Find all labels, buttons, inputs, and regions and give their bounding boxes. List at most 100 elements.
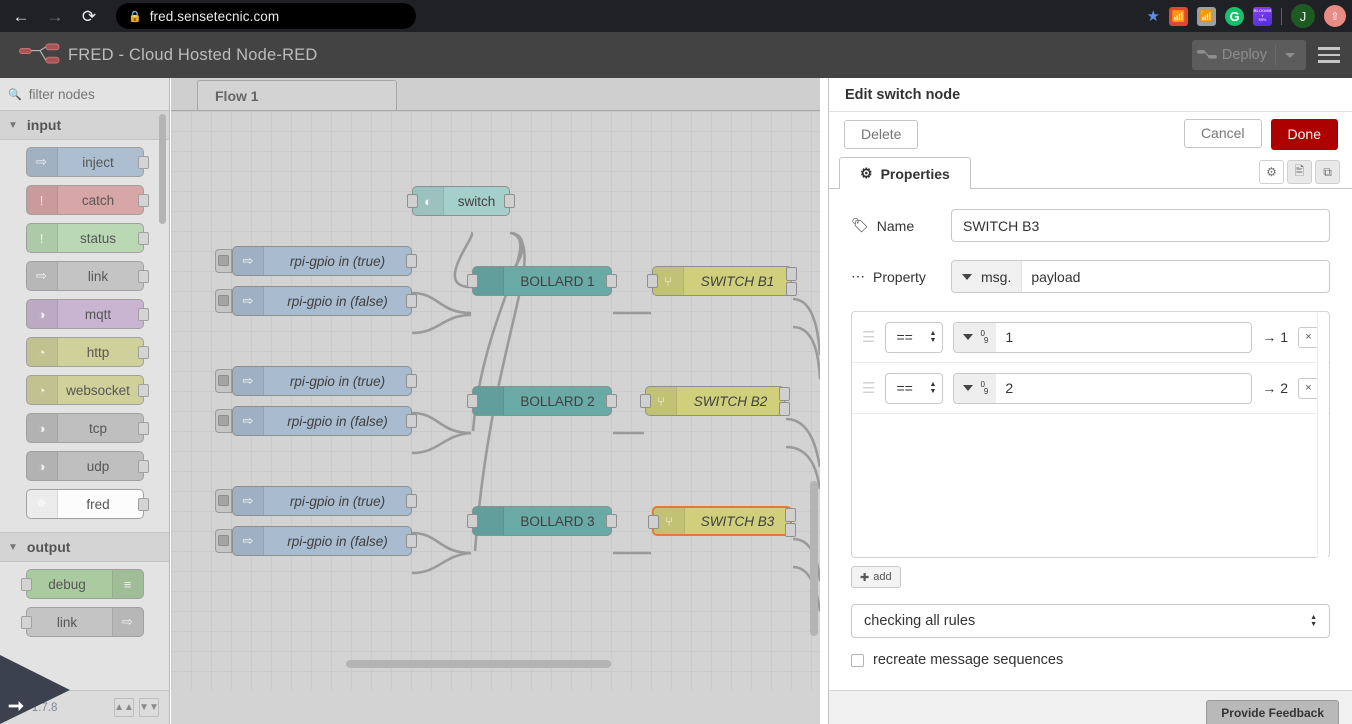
flow-node-bollard-2[interactable]: BOLLARD 2 [472, 386, 612, 416]
node-output-port[interactable] [406, 494, 417, 508]
node-output-port-1[interactable] [785, 508, 796, 522]
node-port[interactable] [138, 270, 149, 283]
cancel-button[interactable]: Cancel [1184, 119, 1262, 148]
tab-properties[interactable]: ⚙ Properties [839, 157, 971, 189]
avatar[interactable]: J [1291, 4, 1315, 28]
recreate-sequences-row[interactable]: recreate message sequences [851, 652, 1330, 668]
node-input-port[interactable] [647, 274, 658, 288]
flow-node-gpio-5[interactable]: ⇨rpi-gpio in (true) [232, 486, 412, 516]
node-port[interactable] [21, 616, 32, 629]
rule-value-input[interactable] [996, 323, 1251, 352]
back-arrow-icon[interactable]: ← [6, 1, 36, 31]
palette-category-input[interactable]: ▼input [0, 110, 169, 140]
reload-icon[interactable]: ⟳ [74, 1, 104, 31]
flow-tab[interactable]: Flow 1 [197, 80, 397, 111]
node-output-port[interactable] [504, 194, 515, 208]
flow-node-bollard-1[interactable]: BOLLARD 1 [472, 266, 612, 296]
node-port[interactable] [138, 422, 149, 435]
palette-node-mqtt[interactable]: ◑mqtt [26, 299, 144, 329]
address-bar[interactable]: 🔒 fred.sensetecnic.com [116, 3, 416, 29]
palette-node-inject[interactable]: ⇨inject [26, 147, 144, 177]
node-output-port[interactable] [606, 394, 617, 408]
palette-scrollbar[interactable] [159, 114, 166, 224]
rule-operator-select[interactable]: ==▲▼ [885, 373, 943, 404]
hamburger-menu-icon[interactable] [1306, 32, 1352, 78]
palette-node-tcp[interactable]: ◑tcp [26, 413, 144, 443]
expand-all-icon[interactable]: ▼▼ [139, 698, 159, 717]
star-icon[interactable]: ★ [1147, 7, 1160, 25]
node-port[interactable] [138, 232, 149, 245]
node-port[interactable] [138, 498, 149, 511]
canvas-vertical-scrollbar[interactable] [810, 481, 818, 636]
palette-node-link[interactable]: ⇨link [26, 261, 144, 291]
node-input-port[interactable] [467, 274, 478, 288]
node-input-port[interactable] [640, 394, 651, 408]
flow-node-switch-b2[interactable]: ⑂SWITCH B2 [645, 386, 785, 416]
node-trigger-button[interactable] [215, 409, 232, 433]
node-port[interactable] [138, 384, 149, 397]
node-port[interactable] [138, 156, 149, 169]
rss-feed-grey-icon[interactable]: 📶 [1197, 7, 1216, 26]
node-settings-icon[interactable]: ⚙ [1259, 160, 1284, 184]
appearance-icon[interactable]: ⧉ [1315, 160, 1340, 184]
node-input-port[interactable] [467, 514, 478, 528]
node-output-port-2[interactable] [786, 282, 797, 296]
node-output-port[interactable] [406, 374, 417, 388]
palette-node-http[interactable]: ◔http [26, 337, 144, 367]
rule-value-type-selector[interactable]: 09 [954, 323, 996, 352]
node-port[interactable] [21, 578, 32, 591]
palette-node-debug[interactable]: ≡debug [26, 569, 144, 599]
node-output-port[interactable] [406, 294, 417, 308]
purple-extension-icon[interactable]: BLOOMBY95% [1253, 7, 1272, 26]
node-trigger-button[interactable] [215, 369, 232, 393]
node-output-port[interactable] [406, 414, 417, 428]
recreate-sequences-checkbox[interactable] [851, 654, 864, 667]
palette-node-status[interactable]: !status [26, 223, 144, 253]
node-input-port[interactable] [648, 515, 659, 529]
drag-handle-icon[interactable]: ☰ [862, 381, 875, 396]
flow-node-gpio-6[interactable]: ⇨rpi-gpio in (false) [232, 526, 412, 556]
flow-node-gpio-3[interactable]: ⇨rpi-gpio in (true) [232, 366, 412, 396]
flow-node-bollard-3[interactable]: BOLLARD 3 [472, 506, 612, 536]
node-output-port-2[interactable] [785, 523, 796, 537]
property-type-selector[interactable]: msg. [952, 261, 1022, 292]
provide-feedback-tab[interactable]: Provide Feedback [1206, 700, 1339, 724]
flow-node-switch-top[interactable]: ◐switch [412, 186, 510, 216]
palette-node-websocket[interactable]: ◔websocket [26, 375, 144, 405]
done-button[interactable]: Done [1271, 119, 1338, 150]
collapse-all-icon[interactable]: ▲▲ [114, 698, 134, 717]
flow-node-gpio-2[interactable]: ⇨rpi-gpio in (false) [232, 286, 412, 316]
palette-node-fred[interactable]: ✵fred [26, 489, 144, 519]
name-input[interactable] [951, 209, 1330, 242]
grammarly-icon[interactable]: G [1225, 7, 1244, 26]
flow-node-gpio-4[interactable]: ⇨rpi-gpio in (false) [232, 406, 412, 436]
rule-value-type-selector[interactable]: 09 [954, 374, 996, 403]
description-icon[interactable]: 🖹 [1287, 160, 1312, 184]
rule-delete-button[interactable]: × [1298, 327, 1319, 348]
update-icon[interactable]: ⇧ [1324, 5, 1346, 27]
flow-node-switch-b1[interactable]: ⑂SWITCH B1 [652, 266, 792, 296]
node-port[interactable] [138, 194, 149, 207]
flow-canvas[interactable]: ◐switch ⇨rpi-gpio in (true) ⇨rpi-gpio in (… [171, 110, 820, 690]
canvas-horizontal-scrollbar[interactable] [346, 660, 611, 668]
palette-node-udp[interactable]: ◑udp [26, 451, 144, 481]
property-input[interactable] [1022, 261, 1329, 292]
palette-node-link[interactable]: ⇨link [26, 607, 144, 637]
node-output-port[interactable] [406, 534, 417, 548]
node-port[interactable] [138, 308, 149, 321]
node-output-port-1[interactable] [779, 387, 790, 401]
node-port[interactable] [138, 346, 149, 359]
node-output-port-1[interactable] [786, 267, 797, 281]
chevron-down-icon[interactable] [1285, 53, 1295, 58]
node-output-port[interactable] [606, 514, 617, 528]
drag-handle-icon[interactable]: ☰ [862, 330, 875, 345]
rss-feed-icon[interactable]: 📶 [1169, 7, 1188, 26]
node-trigger-button[interactable] [215, 249, 232, 273]
flow-node-switch-b3[interactable]: ⑂SWITCH B3 [652, 506, 792, 536]
node-trigger-button[interactable] [215, 489, 232, 513]
node-trigger-button[interactable] [215, 529, 232, 553]
rules-scrollbar[interactable] [1317, 313, 1328, 558]
node-output-port[interactable] [406, 254, 417, 268]
rule-operator-select[interactable]: ==▲▼ [885, 322, 943, 353]
node-port[interactable] [138, 460, 149, 473]
